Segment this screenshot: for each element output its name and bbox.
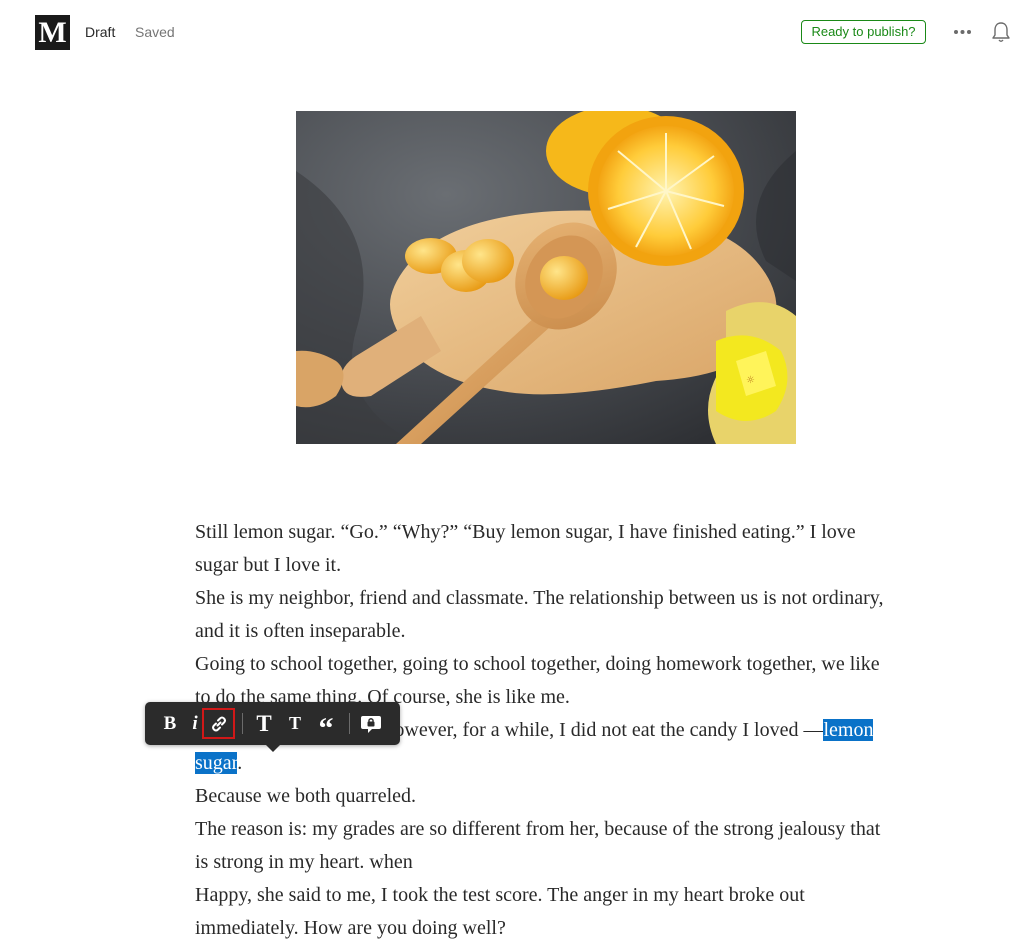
article-paragraph[interactable]: Because we both quarreled. xyxy=(195,780,895,813)
medium-logo[interactable]: M xyxy=(35,15,70,50)
notifications-button[interactable] xyxy=(990,20,1012,44)
link-icon xyxy=(211,716,226,731)
more-options-button[interactable] xyxy=(948,22,978,42)
article-paragraph[interactable]: Happy, she said to me, I took the test s… xyxy=(195,879,895,945)
small-title-button[interactable]: T xyxy=(283,702,307,745)
article-paragraph[interactable]: Still lemon sugar. “Go.” “Why?” “Buy lem… xyxy=(195,516,895,582)
link-button[interactable] xyxy=(202,708,235,739)
publish-button[interactable]: Ready to publish? xyxy=(801,20,926,44)
bold-button[interactable]: B xyxy=(159,702,181,745)
bell-icon xyxy=(992,22,1010,42)
quote-button[interactable]: “ xyxy=(313,702,339,745)
draft-status: Draft xyxy=(85,24,116,40)
svg-text:☼: ☼ xyxy=(746,375,755,386)
article-paragraph[interactable]: The reason is: my grades are so differen… xyxy=(195,813,895,879)
paragraph-text-end: . xyxy=(237,752,243,774)
formatting-toolbar: B i T T “ xyxy=(145,702,400,745)
toolbar-divider xyxy=(242,713,243,734)
article-paragraph[interactable]: She is my neighbor, friend and classmate… xyxy=(195,582,895,648)
lemon-candy-photo-icon: ☼ xyxy=(296,111,796,444)
hero-image[interactable]: ☼ xyxy=(296,111,796,444)
toolbar-pointer xyxy=(266,745,280,752)
top-bar: M Draft Saved Ready to publish? xyxy=(0,0,1012,64)
private-note-button[interactable] xyxy=(358,702,384,745)
large-title-button[interactable]: T xyxy=(251,702,277,745)
toolbar-divider xyxy=(349,713,350,734)
private-note-icon xyxy=(361,715,381,733)
more-dots-icon xyxy=(954,30,971,34)
save-status: Saved xyxy=(135,24,175,40)
